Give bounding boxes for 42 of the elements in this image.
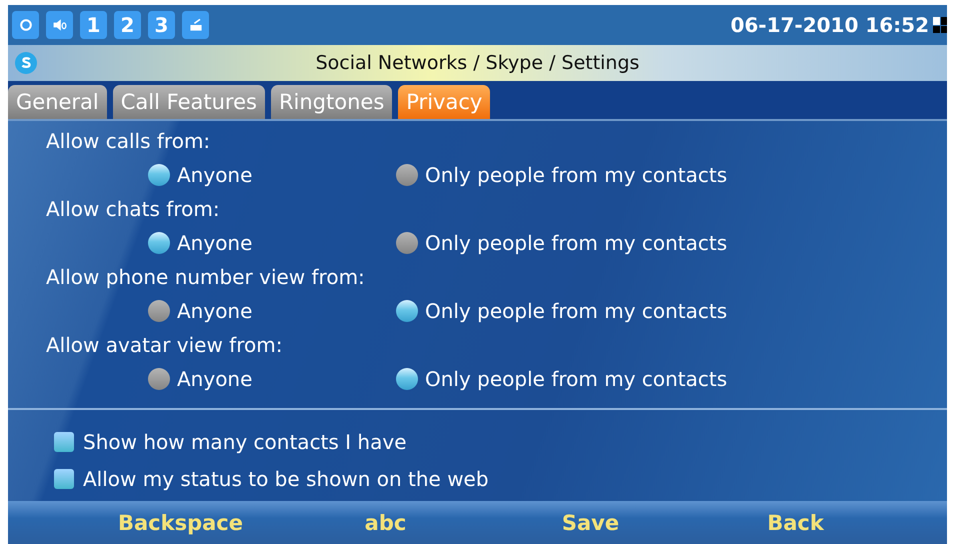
tab[interactable]: Privacy	[398, 85, 490, 119]
softkey[interactable]: abc	[283, 510, 488, 534]
checkbox-label: Show how many contacts I have	[83, 430, 407, 454]
tab[interactable]: Call Features	[112, 85, 265, 119]
softkey[interactable]: Save	[488, 510, 693, 534]
radio-button[interactable]	[148, 164, 170, 186]
radio-button[interactable]	[396, 232, 418, 254]
group-label: Allow chats from:	[46, 196, 221, 223]
tray-icon[interactable]	[182, 11, 209, 39]
group-label: Allow phone number view from:	[46, 264, 366, 291]
softkey[interactable]: Back	[693, 510, 898, 534]
option-label: Anyone	[177, 163, 252, 187]
radio-button[interactable]	[396, 368, 418, 390]
option-label: Only people from my contacts	[425, 367, 728, 391]
sync-icon[interactable]	[12, 11, 39, 39]
option-label: Anyone	[177, 231, 252, 255]
tab[interactable]: Ringtones	[270, 85, 392, 119]
grid-icon	[933, 17, 947, 33]
radio-button[interactable]	[396, 300, 418, 322]
number-icon[interactable]: 3	[148, 11, 175, 39]
option-label: Anyone	[177, 299, 252, 323]
clock-text: 06-17-2010 16:52	[730, 13, 929, 37]
tab[interactable]: General	[8, 85, 107, 119]
checkbox[interactable]	[54, 432, 74, 452]
app-logo-icon	[14, 51, 38, 75]
radio-button[interactable]	[396, 164, 418, 186]
window-title: Social Networks / Skype / Settings	[314, 52, 640, 74]
option-label: Only people from my contacts	[425, 299, 728, 323]
radio-button[interactable]	[148, 300, 170, 322]
number-icon[interactable]: 2	[114, 11, 141, 39]
checkbox[interactable]	[54, 469, 74, 489]
checkbox-label: Allow my status to be shown on the web	[83, 467, 489, 491]
radio-button[interactable]	[148, 368, 170, 390]
option-label: Anyone	[177, 367, 252, 391]
softkey[interactable]: Backspace	[78, 510, 283, 534]
group-label: Allow calls from:	[46, 128, 212, 155]
option-label: Only people from my contacts	[425, 163, 728, 187]
group-label: Allow avatar view from:	[46, 332, 284, 359]
speaker-icon[interactable]	[46, 11, 73, 39]
number-icon[interactable]: 1	[80, 11, 107, 39]
option-label: Only people from my contacts	[425, 231, 728, 255]
radio-button[interactable]	[148, 232, 170, 254]
